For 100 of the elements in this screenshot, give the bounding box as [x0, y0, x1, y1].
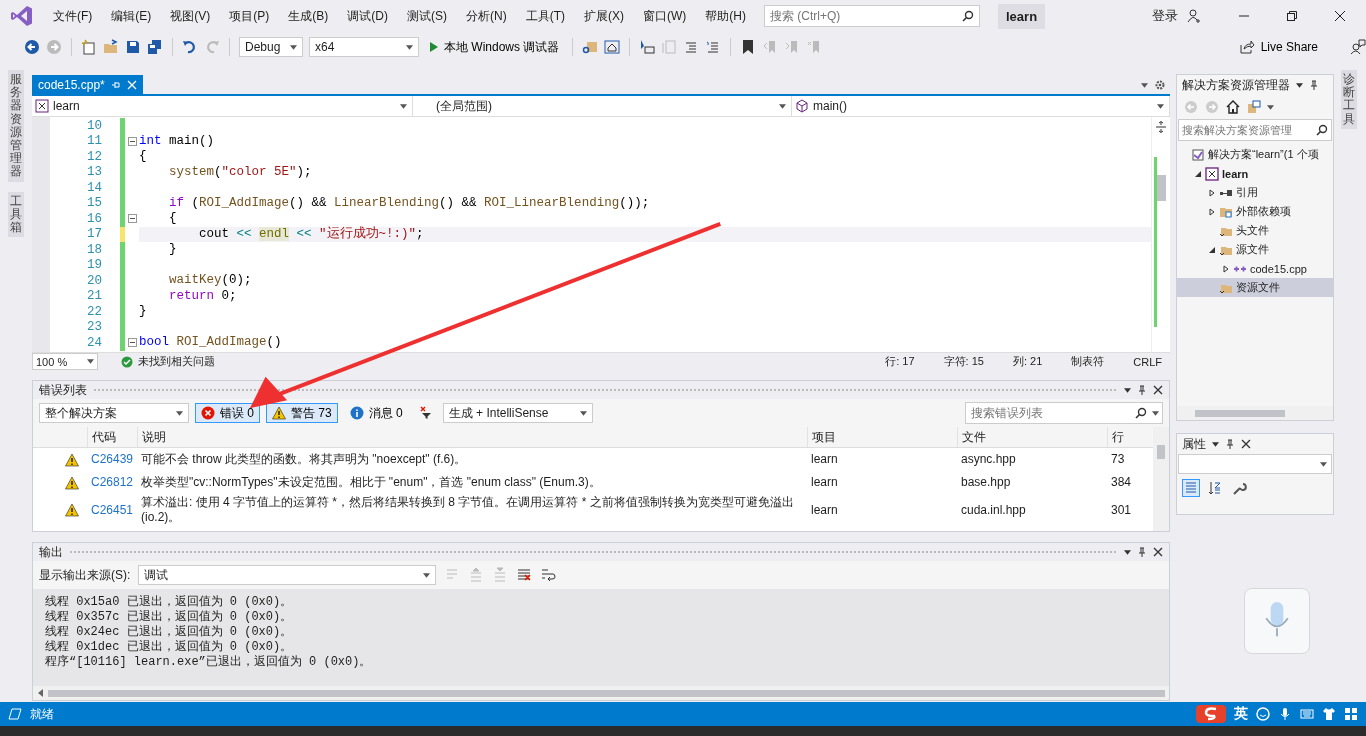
menu-item[interactable]: 帮助(H) — [696, 7, 756, 25]
menu-item[interactable]: 项目(P) — [220, 7, 280, 25]
error-code-link[interactable]: C26812 — [87, 475, 137, 490]
menu-item[interactable]: 编辑(E) — [102, 7, 162, 25]
expander-arrow-icon[interactable] — [1207, 245, 1216, 254]
collapse-icon[interactable] — [127, 338, 137, 348]
open-folder-icon[interactable] — [103, 39, 119, 55]
scroll-thumb[interactable] — [1157, 445, 1165, 459]
close-icon[interactable] — [1334, 10, 1346, 22]
tree-item[interactable]: 头文件 — [1177, 221, 1333, 240]
close-icon[interactable] — [1241, 439, 1251, 449]
member-dropdown[interactable]: main() — [792, 96, 1170, 116]
search-field[interactable]: 搜索解决方案资源管理 — [1178, 119, 1332, 141]
expander-arrow-icon[interactable] — [1207, 188, 1216, 197]
tree-item[interactable]: 解决方案“learn”(1 个项 — [1177, 145, 1333, 164]
menu-item[interactable]: 工具(T) — [516, 7, 575, 25]
grid-icon[interactable] — [1344, 707, 1358, 721]
filter-icon[interactable] — [418, 406, 433, 420]
scroll-thumb[interactable] — [1195, 409, 1285, 417]
caret-icon[interactable] — [176, 410, 183, 416]
search-field[interactable]: 搜索错误列表 — [965, 402, 1163, 424]
tree-item[interactable]: 源文件 — [1177, 240, 1333, 259]
word-wrap-icon[interactable] — [540, 567, 557, 583]
column-header[interactable]: 项目 — [807, 427, 957, 447]
pin-icon[interactable] — [1225, 439, 1235, 449]
expander-arrow-icon[interactable] — [1193, 169, 1202, 178]
caret-icon[interactable] — [1320, 461, 1327, 467]
tree-item[interactable]: code15.cpp — [1177, 259, 1333, 278]
clear-all-icon[interactable] — [516, 567, 533, 583]
source-dropdown[interactable]: 生成 + IntelliSense — [442, 403, 593, 423]
filter-toggle[interactable]: 错误 0 — [195, 403, 260, 423]
search-icon[interactable] — [1316, 124, 1328, 136]
output-source-dropdown[interactable]: 调试 — [138, 565, 437, 585]
back-icon[interactable] — [24, 39, 40, 55]
save-icon[interactable] — [125, 39, 141, 55]
expander-arrow-icon[interactable] — [1207, 207, 1216, 216]
sign-in-link[interactable]: 登录 — [1152, 7, 1178, 25]
expander-arrow-icon[interactable] — [1221, 264, 1230, 273]
menu-item[interactable]: 生成(B) — [279, 7, 339, 25]
collapse-icon[interactable] — [127, 214, 137, 224]
voice-input-panel[interactable] — [1244, 588, 1310, 654]
side-tab[interactable]: 服务器资源管理器 — [8, 70, 24, 182]
restore-icon[interactable] — [1286, 10, 1298, 22]
caret-icon[interactable] — [1152, 411, 1159, 416]
pin-icon[interactable] — [1309, 80, 1319, 90]
scroll-left-icon[interactable] — [38, 689, 43, 697]
feedback-icon[interactable] — [1350, 39, 1366, 55]
error-code-link[interactable]: C26451 — [87, 502, 137, 518]
column-header[interactable]: 文件 — [957, 427, 1107, 447]
pin-icon[interactable] — [1137, 547, 1147, 557]
smiley-icon[interactable] — [1256, 707, 1270, 721]
find-folder-icon[interactable] — [582, 39, 599, 55]
input-method-icon[interactable] — [1196, 705, 1226, 723]
filter-toggle[interactable]: 消息 0 — [343, 403, 409, 423]
tree-item[interactable]: 外部依赖项 — [1177, 202, 1333, 221]
close-icon[interactable] — [1153, 385, 1163, 395]
scrollbar[interactable] — [1177, 406, 1333, 420]
scroll-thumb[interactable] — [1157, 175, 1166, 201]
live-share-button[interactable]: Live Share — [1232, 38, 1324, 56]
menu-item[interactable]: 分析(N) — [457, 7, 517, 25]
zoom-dropdown[interactable]: 100 % — [32, 353, 98, 370]
home-window-icon[interactable] — [604, 39, 621, 55]
caret-icon[interactable] — [1267, 104, 1274, 110]
menu-item[interactable]: 窗口(W) — [634, 7, 697, 25]
caret-icon[interactable] — [406, 44, 413, 50]
caret-icon[interactable] — [1296, 82, 1303, 88]
caret-icon[interactable] — [1124, 549, 1131, 555]
shirt-icon[interactable] — [1322, 707, 1336, 721]
filter-toggle[interactable]: 警告 73 — [266, 403, 338, 423]
error-code-link[interactable]: C26439 — [87, 452, 137, 467]
tree-item[interactable]: 资源文件 — [1177, 278, 1333, 297]
search-field[interactable]: 搜索 (Ctrl+Q) — [764, 5, 980, 27]
search-icon[interactable] — [962, 10, 974, 22]
caret-icon[interactable] — [1212, 441, 1219, 447]
settings-icon[interactable] — [1154, 79, 1166, 91]
caret-icon[interactable] — [1141, 83, 1148, 88]
caret-icon[interactable] — [87, 359, 94, 364]
undo-icon[interactable] — [182, 39, 198, 55]
column-header[interactable]: 代码 — [87, 427, 137, 447]
caret-icon[interactable] — [290, 44, 297, 50]
sort-icon[interactable] — [1207, 480, 1223, 496]
project-dropdown[interactable]: learn — [32, 96, 413, 116]
menu-item[interactable]: 扩展(X) — [575, 7, 634, 25]
editor-tab[interactable]: code15.cpp* — [32, 75, 143, 94]
issues-status[interactable]: 未找到相关问题 — [138, 354, 215, 369]
scrollbar[interactable] — [33, 686, 1169, 700]
column-header[interactable]: 说明 — [137, 427, 807, 447]
tree-item[interactable]: learn — [1177, 164, 1333, 183]
side-tab[interactable]: 诊断工具 — [1341, 70, 1357, 129]
menu-item[interactable]: 测试(S) — [398, 7, 457, 25]
collapse-icon[interactable] — [127, 136, 137, 146]
caret-icon[interactable] — [423, 572, 431, 578]
start-debugging-button[interactable]: 本地 Windows 调试器 — [425, 38, 564, 56]
tree-item[interactable]: 引用 — [1177, 183, 1333, 202]
wrench-icon[interactable] — [1231, 480, 1247, 496]
save-all-icon[interactable] — [147, 39, 163, 55]
menu-item[interactable]: 调试(D) — [338, 7, 398, 25]
menu-item[interactable]: 文件(F) — [44, 7, 103, 25]
caret-icon[interactable] — [400, 103, 407, 109]
scope-dropdown[interactable]: 整个解决方案 — [39, 403, 189, 423]
